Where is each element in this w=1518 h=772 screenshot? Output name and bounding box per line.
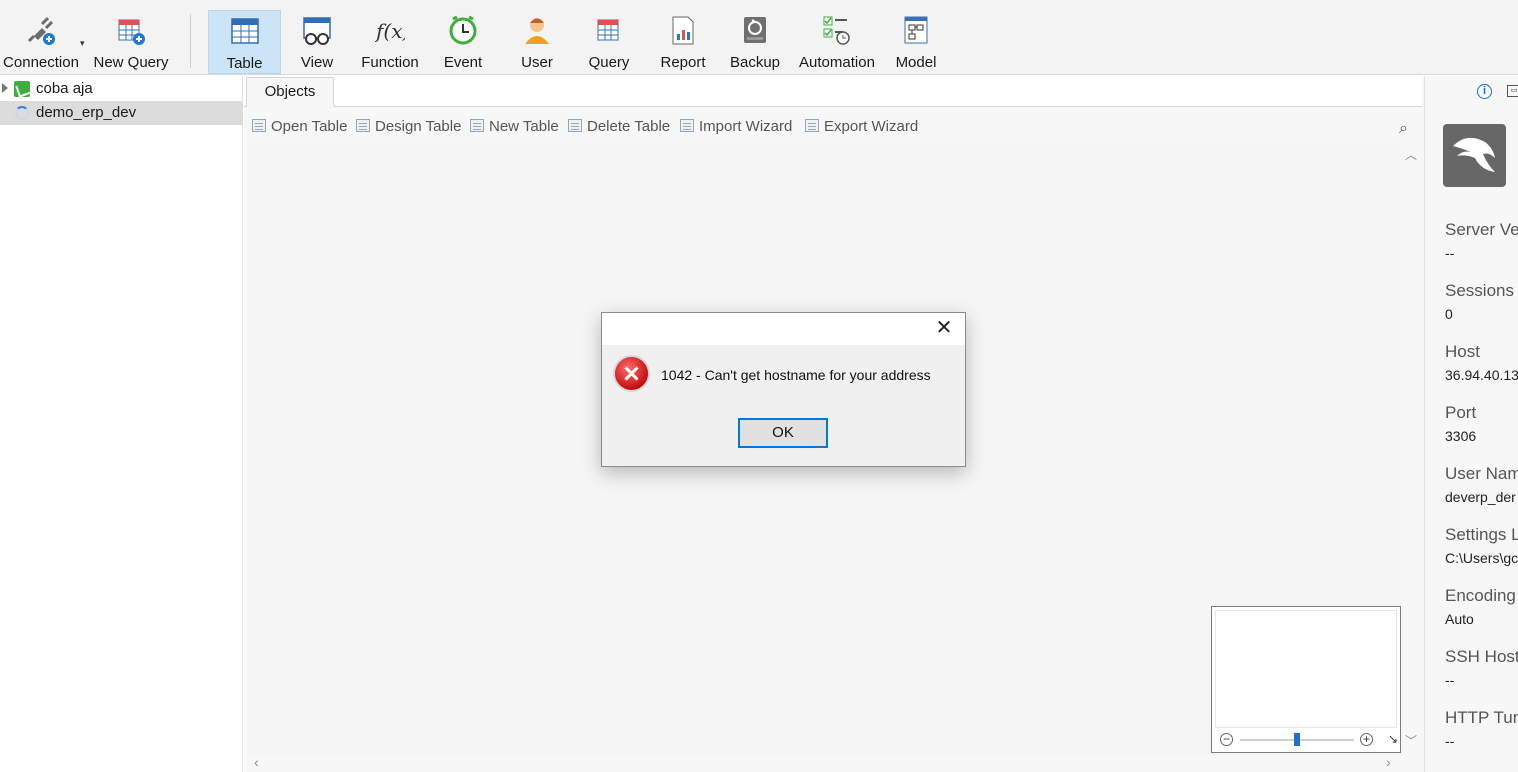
table-icon	[230, 15, 260, 47]
server-version-value: --	[1445, 245, 1455, 261]
function-button[interactable]: f(x) Function	[358, 10, 422, 74]
table-button[interactable]: Table	[208, 10, 281, 74]
host-label: Host	[1445, 342, 1480, 361]
user-button[interactable]: User	[512, 10, 562, 74]
http-tunnel-label: HTTP Tun	[1445, 708, 1518, 727]
error-message: 1042 - Can't get hostname for your addre…	[661, 367, 931, 383]
toolbar-separator	[190, 14, 191, 68]
automation-button[interactable]: Automation	[796, 10, 878, 74]
error-icon	[613, 355, 650, 392]
user-icon	[522, 14, 552, 46]
info-panel: i ▭ Server Ve -- Sessions 0 Host 36.94.4…	[1424, 76, 1518, 772]
encoding-value: Auto	[1445, 611, 1474, 627]
connection-icon	[14, 81, 30, 97]
loading-spinner-icon	[15, 106, 29, 120]
connection-button[interactable]: Connection	[2, 10, 80, 74]
settings-location-value: C:\Users\gc	[1445, 550, 1518, 566]
tab-bar: Objects	[244, 76, 1422, 107]
dialog-title-bar: ✕	[602, 313, 965, 345]
zoom-in-icon[interactable]: +	[1360, 733, 1373, 746]
tree-item-coba-aja[interactable]: coba aja	[0, 77, 243, 101]
expand-arrow-icon[interactable]	[2, 83, 8, 93]
scroll-right-icon[interactable]: ›	[1386, 754, 1391, 770]
export-wizard-icon	[805, 119, 819, 132]
query-button[interactable]: Query	[584, 10, 634, 74]
plug-icon	[26, 14, 56, 46]
design-table-button[interactable]: Design Table	[356, 118, 461, 135]
backup-icon	[740, 14, 770, 46]
zoom-control: − + ↘	[1220, 732, 1398, 747]
sessions-value: 0	[1445, 306, 1453, 322]
view-icon	[302, 14, 332, 46]
svg-text:f(x): f(x)	[375, 19, 405, 43]
ssh-host-value: --	[1445, 672, 1455, 688]
view-button[interactable]: View	[289, 10, 345, 74]
event-button[interactable]: Event	[436, 10, 490, 74]
encoding-label: Encoding	[1445, 586, 1516, 605]
report-button[interactable]: Report	[656, 10, 710, 74]
report-icon	[668, 14, 698, 46]
info-icon[interactable]: i	[1477, 84, 1492, 99]
new-query-icon	[116, 14, 146, 46]
new-table-icon	[470, 119, 484, 132]
new-table-button[interactable]: New Table	[470, 118, 559, 135]
ddl-icon[interactable]: ▭	[1507, 85, 1518, 97]
open-table-icon	[252, 119, 266, 132]
import-wizard-icon	[680, 119, 694, 132]
backup-button[interactable]: Backup	[728, 10, 782, 74]
port-value: 3306	[1445, 428, 1477, 444]
error-dialog: ✕ 1042 - Can't get hostname for your add…	[601, 312, 966, 467]
tab-objects[interactable]: Objects	[246, 77, 334, 107]
main-toolbar: Connection ▾ New Query Table View f(x)	[0, 0, 1518, 75]
open-table-button[interactable]: Open Table	[252, 118, 347, 135]
host-value: 36.94.40.13	[1445, 367, 1518, 383]
model-icon	[901, 14, 931, 46]
model-button[interactable]: Model	[891, 10, 941, 74]
search-icon[interactable]: ⌕	[1399, 120, 1408, 138]
ssh-host-label: SSH Host	[1445, 647, 1518, 666]
new-query-button[interactable]: New Query	[92, 10, 170, 74]
scroll-up-icon[interactable]: ︿	[1405, 146, 1417, 163]
user-name-label: User Nam	[1445, 464, 1518, 483]
tree-item-demo-erp-dev[interactable]: demo_erp_dev	[0, 101, 243, 125]
object-actions-bar: Open Table Design Table New Table Delete…	[244, 114, 1422, 140]
http-tunnel-value: --	[1445, 733, 1455, 749]
design-table-icon	[356, 119, 370, 132]
query-icon	[594, 14, 624, 46]
scroll-down-icon[interactable]: ﹀	[1405, 732, 1417, 749]
export-wizard-button[interactable]: Export Wizard	[805, 118, 918, 135]
minimap-viewport[interactable]	[1215, 610, 1397, 728]
close-icon[interactable]: ✕	[935, 318, 953, 338]
port-label: Port	[1445, 403, 1477, 422]
settings-location-label: Settings L	[1445, 525, 1518, 544]
ok-button[interactable]: OK	[738, 418, 828, 448]
mysql-logo	[1443, 124, 1506, 187]
sessions-label: Sessions	[1445, 281, 1514, 300]
navicat-window: Connection ▾ New Query Table View f(x)	[0, 0, 1518, 772]
fit-to-window-icon[interactable]: ↘	[1388, 732, 1398, 746]
minimap[interactable]: − + ↘	[1211, 606, 1401, 753]
connection-dropdown-icon[interactable]: ▾	[80, 38, 85, 49]
zoom-slider-thumb[interactable]	[1294, 733, 1300, 746]
scroll-left-icon[interactable]: ‹	[254, 754, 259, 770]
server-version-label: Server Ve	[1445, 220, 1518, 239]
delete-table-icon	[568, 119, 582, 132]
connection-tree: coba aja demo_erp_dev	[0, 76, 243, 772]
automation-icon	[822, 14, 852, 46]
user-name-value: deverp_der	[1445, 489, 1516, 505]
function-icon: f(x)	[374, 14, 410, 46]
zoom-out-icon[interactable]: −	[1220, 733, 1233, 746]
delete-table-button[interactable]: Delete Table	[568, 118, 670, 135]
import-wizard-button[interactable]: Import Wizard	[680, 118, 792, 135]
clock-icon	[448, 14, 478, 46]
